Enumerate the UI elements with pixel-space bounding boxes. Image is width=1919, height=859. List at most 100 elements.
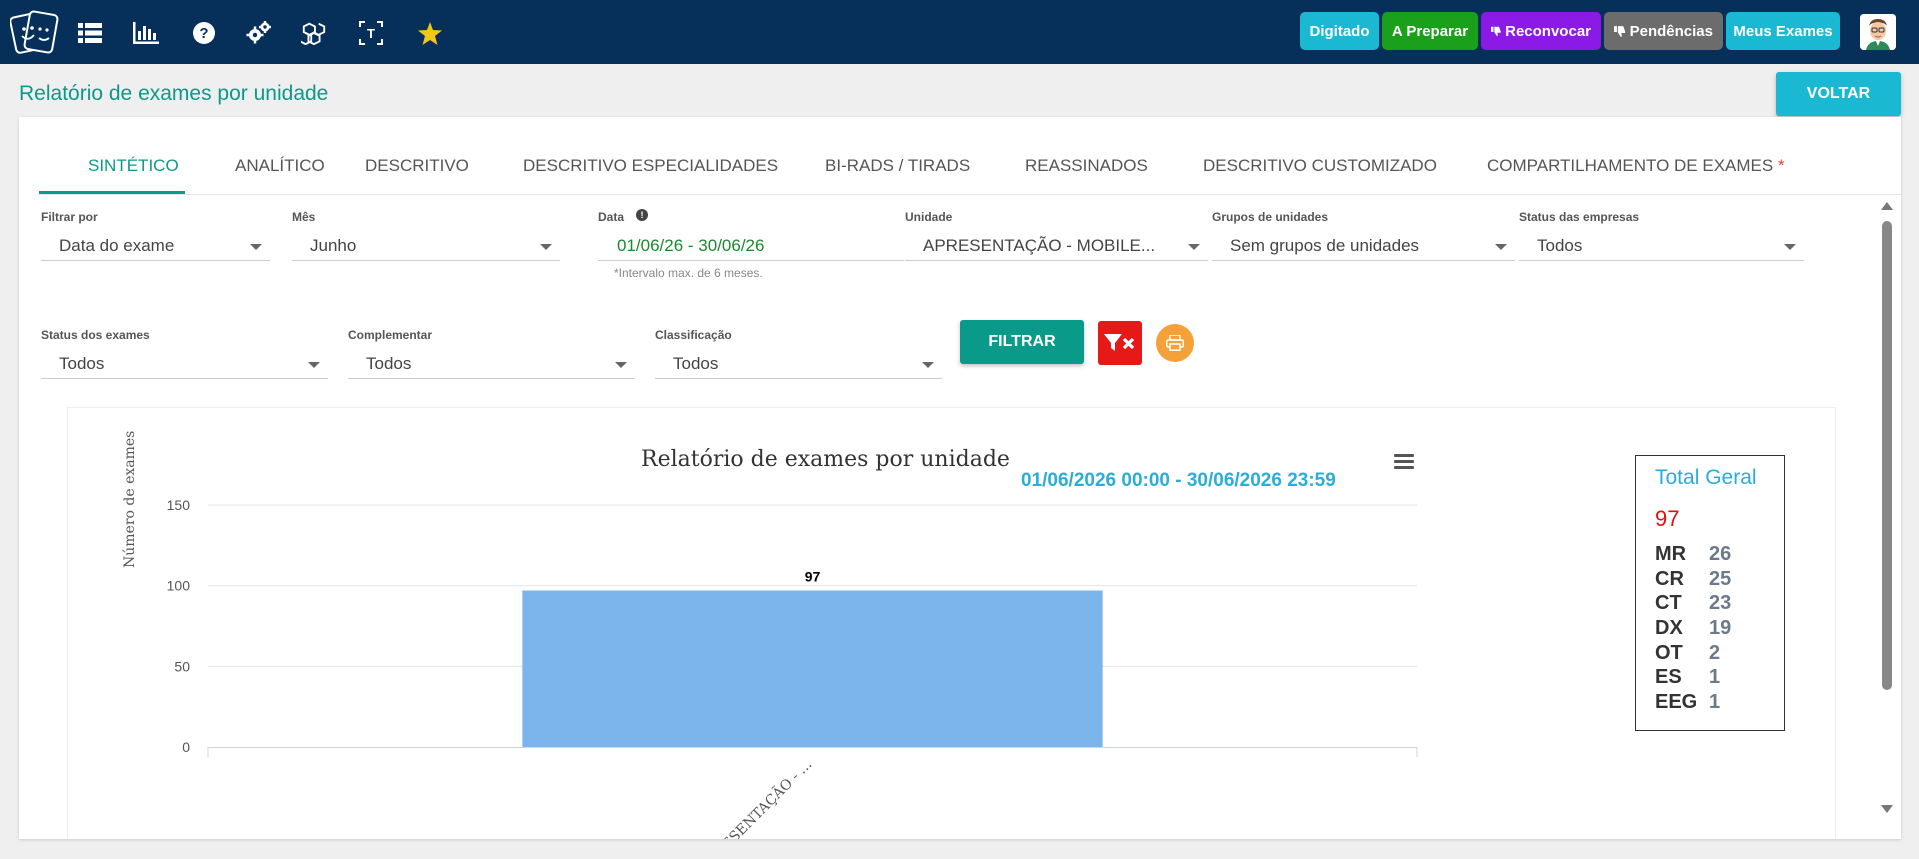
unidade-label: Unidade	[905, 210, 953, 224]
modality-code: OT	[1655, 641, 1683, 664]
top-navbar: ? T Digitado A Preparar Reconvocar Pendê…	[0, 0, 1919, 64]
chevron-down-icon	[1495, 244, 1507, 250]
help-icon[interactable]: ?	[191, 20, 217, 46]
reconvocar-button[interactable]: Reconvocar	[1481, 12, 1601, 50]
chart-y-tick-label: 100	[167, 578, 191, 594]
modality-count: 23	[1709, 592, 1732, 615]
text-select-icon[interactable]: T	[358, 20, 384, 46]
filtrar-por-select[interactable]: Data do exame	[41, 231, 270, 261]
tabs-divider	[39, 194, 1901, 195]
modality-count: 2	[1709, 641, 1721, 664]
scroll-down-arrow[interactable]	[1881, 805, 1893, 813]
complementar-select[interactable]: Todos	[348, 349, 635, 379]
digitado-button[interactable]: Digitado	[1300, 12, 1379, 50]
chart-y-tick-label: 150	[167, 497, 191, 513]
scroll-up-arrow[interactable]	[1881, 202, 1893, 210]
grupos-value: Sem grupos de unidades	[1230, 235, 1420, 255]
tab-reassinados[interactable]: REASSINADOS	[1025, 137, 1148, 195]
complementar-label: Complementar	[348, 328, 433, 342]
modality-code: MR	[1655, 543, 1687, 565]
data-label: Data	[598, 210, 625, 224]
settings-icon[interactable]	[246, 20, 272, 46]
classificacao-label: Classificação	[655, 328, 732, 342]
modality-code: ES	[1655, 666, 1682, 689]
chart-y-tick-label: 50	[174, 658, 190, 674]
chevron-down-icon	[922, 362, 934, 368]
tab-descritivo[interactable]: DESCRITIVO	[365, 137, 469, 195]
pendencias-label: Pendências	[1629, 22, 1713, 40]
filtrar-por-label: Filtrar por	[41, 210, 98, 224]
user-avatar[interactable]	[1860, 14, 1896, 50]
tab-sintetico[interactable]: SINTÉTICO	[88, 137, 179, 195]
bar-chart-icon[interactable]	[133, 20, 159, 46]
report-card: SINTÉTICO ANALÍTICO DESCRITIVO DESCRITIV…	[19, 117, 1901, 839]
modality-count: 26	[1709, 543, 1732, 565]
data-range-hint: *Intervalo max. de 6 meses.	[614, 266, 763, 280]
star-icon[interactable]	[417, 20, 443, 46]
svg-text:T: T	[367, 26, 375, 41]
status-empresas-select[interactable]: Todos	[1519, 231, 1804, 261]
scrollbar-thumb[interactable]	[1882, 221, 1892, 690]
print-button[interactable]	[1156, 324, 1194, 362]
meus-exames-label: Meus Exames	[1733, 22, 1833, 40]
filter-button[interactable]: FILTRAR	[960, 320, 1084, 364]
clear-filters-button[interactable]	[1098, 321, 1142, 365]
total-row: ES 1	[1655, 666, 1731, 691]
tab-descritivo-customizado[interactable]: DESCRITIVO CUSTOMIZADO	[1203, 137, 1437, 195]
app-logo[interactable]	[9, 5, 60, 59]
thumbs-down-icon	[1491, 26, 1501, 37]
required-mark: *	[1777, 156, 1785, 175]
thumbs-down-icon	[1614, 26, 1626, 37]
meus-exames-button[interactable]: Meus Exames	[1726, 12, 1840, 50]
info-icon[interactable]: !	[636, 209, 648, 221]
svg-text:?: ?	[199, 25, 208, 42]
chevron-down-icon	[540, 244, 552, 250]
chart-category-label: APRESENTAÇÃO - ...	[696, 755, 816, 839]
digitado-label: Digitado	[1309, 22, 1370, 40]
print-icon	[1166, 335, 1184, 351]
tab-compartilhamento-de-exames[interactable]: COMPARTILHAMENTO DE EXAMES *	[1487, 137, 1785, 195]
a-preparar-button[interactable]: A Preparar	[1382, 12, 1478, 50]
data-range-input[interactable]: 01/06/26 - 30/06/26	[598, 231, 904, 261]
complementar-value: Todos	[366, 353, 412, 373]
modality-code: EEG	[1655, 691, 1698, 714]
chevron-down-icon	[308, 362, 320, 368]
total-title: Total Geral	[1655, 466, 1757, 489]
back-button[interactable]: VOLTAR	[1776, 72, 1901, 116]
status-exames-label: Status dos exames	[41, 328, 150, 342]
classificacao-select[interactable]: Todos	[655, 349, 942, 379]
mes-select[interactable]: Junho	[292, 231, 560, 261]
status-empresas-label: Status das empresas	[1519, 210, 1640, 224]
grupos-label: Grupos de unidades	[1212, 210, 1329, 224]
total-row: CR 25	[1655, 568, 1731, 593]
modality-code: DX	[1655, 617, 1683, 640]
total-row: EEG 1	[1655, 691, 1731, 716]
total-row: MR 26	[1655, 543, 1731, 568]
chevron-down-icon	[1784, 244, 1796, 250]
status-empresas-value: Todos	[1537, 235, 1583, 255]
chart-y-tick-label: 0	[182, 739, 190, 755]
chart-data-label: 97	[805, 569, 821, 585]
mes-value: Junho	[310, 235, 357, 255]
tab-descritivo-especialidades[interactable]: DESCRITIVO ESPECIALIDADES	[523, 137, 778, 195]
chart-subtitle: 01/06/2026 00:00 - 30/06/2026 23:59	[1021, 470, 1336, 491]
chart-title: Relatório de exames por unidade	[641, 447, 1010, 472]
unidade-select[interactable]: APRESENTAÇÃO - MOBILE...	[905, 231, 1208, 261]
tab-birads-tirads[interactable]: BI-RADS / TIRADS	[825, 137, 970, 195]
total-breakdown: MR 26 CR 25 CT 23 DX 19 OT 2 ES 1 EEG 1	[1655, 543, 1731, 716]
chevron-down-icon	[1188, 244, 1200, 250]
reconvocar-label: Reconvocar	[1505, 22, 1591, 40]
cubes-icon[interactable]	[301, 20, 327, 46]
tab-analitico[interactable]: ANALÍTICO	[235, 137, 325, 195]
pendencias-button[interactable]: Pendências	[1604, 12, 1723, 50]
chevron-down-icon	[615, 362, 627, 368]
status-exames-select[interactable]: Todos	[41, 349, 328, 379]
chart-y-axis-label: Número de exames	[122, 430, 138, 568]
grupos-select[interactable]: Sem grupos de unidades	[1212, 231, 1515, 261]
chart-menu-icon[interactable]	[1394, 454, 1414, 470]
bar-chart: 0 50 100 150 97 APRESENTAÇÃO - ...	[167, 497, 1418, 839]
total-row: DX 19	[1655, 617, 1731, 642]
filter-clear-icon	[1104, 334, 1135, 351]
unidade-value: APRESENTAÇÃO - MOBILE...	[923, 235, 1156, 255]
list-icon[interactable]	[77, 20, 103, 46]
